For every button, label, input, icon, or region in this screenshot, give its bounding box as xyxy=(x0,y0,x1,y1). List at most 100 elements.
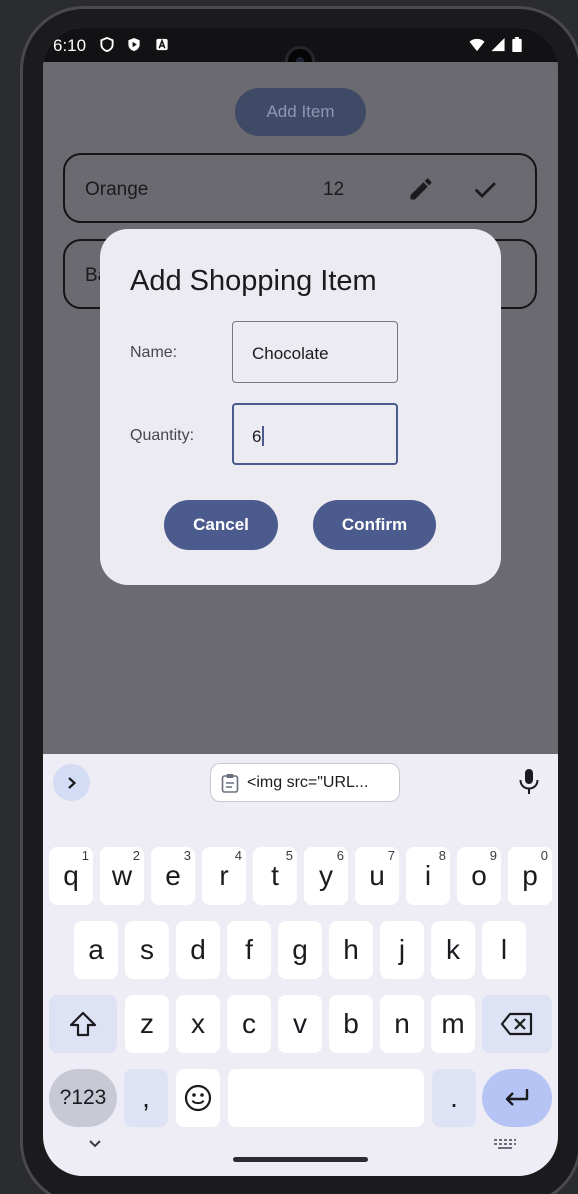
key-letter: s xyxy=(140,934,154,965)
on-screen-keyboard: <img src="URL... ?123 , . q 1 w 2 e 3 r … xyxy=(43,754,558,1176)
key-letter: t xyxy=(271,860,279,891)
key-letter: j xyxy=(398,934,406,965)
key-letter: m xyxy=(441,1008,465,1039)
key-f[interactable]: f xyxy=(227,921,271,979)
edit-pencil-icon[interactable] xyxy=(407,175,435,203)
key-letter: r xyxy=(219,860,229,891)
dialog-title: Add Shopping Item xyxy=(130,265,377,297)
signal-icon xyxy=(491,37,505,52)
key-y[interactable]: y6 xyxy=(304,847,348,905)
key-number-hint: 3 xyxy=(183,848,191,863)
key-letter: w xyxy=(111,860,133,891)
gesture-nav-handle[interactable] xyxy=(233,1157,368,1162)
key-c[interactable]: c xyxy=(227,995,271,1053)
key-p[interactable]: p0 xyxy=(508,847,552,905)
key-letter: h xyxy=(343,934,359,965)
name-field-value: Chocolate xyxy=(252,344,329,363)
period-key[interactable]: . xyxy=(432,1069,476,1127)
key-letter: v xyxy=(293,1008,307,1039)
shift-key[interactable] xyxy=(49,995,117,1053)
key-number-hint: 2 xyxy=(132,848,140,863)
phone-screen: 6:10 Add Item Orange 12 Ba Add Shopping … xyxy=(43,28,558,1176)
key-letter: b xyxy=(343,1008,359,1039)
key-b[interactable]: b xyxy=(329,995,373,1053)
comma-key[interactable]: , xyxy=(124,1069,168,1127)
text-cursor xyxy=(262,426,265,446)
key-letter: d xyxy=(190,934,206,965)
key-number-hint: 9 xyxy=(489,848,497,863)
key-m[interactable]: m xyxy=(431,995,475,1053)
key-letter: u xyxy=(369,860,385,891)
key-s[interactable]: s xyxy=(125,921,169,979)
key-number-hint: 5 xyxy=(285,848,293,863)
quantity-label: Quantity: xyxy=(130,427,195,444)
key-o[interactable]: o9 xyxy=(457,847,501,905)
item-name: Orange xyxy=(85,179,149,200)
enter-arrow-icon xyxy=(505,1089,529,1106)
key-i[interactable]: i8 xyxy=(406,847,450,905)
list-item: Orange 12 xyxy=(63,153,537,223)
key-n[interactable]: n xyxy=(380,995,424,1053)
item-quantity: 12 xyxy=(323,179,345,200)
key-letter: l xyxy=(500,934,508,965)
clipboard-suggestion-chip[interactable]: <img src="URL... xyxy=(210,763,400,802)
expand-toolbar-button[interactable] xyxy=(53,764,90,801)
key-letter: q xyxy=(63,860,79,891)
key-h[interactable]: h xyxy=(329,921,373,979)
battery-icon xyxy=(512,37,522,52)
hide-keyboard-chevron-icon[interactable] xyxy=(87,1137,103,1151)
key-k[interactable]: k xyxy=(431,921,475,979)
key-u[interactable]: u7 xyxy=(355,847,399,905)
shift-arrow-icon xyxy=(69,1011,97,1037)
key-t[interactable]: t5 xyxy=(253,847,297,905)
check-icon[interactable] xyxy=(471,175,499,203)
backspace-icon xyxy=(500,1012,533,1036)
key-letter: z xyxy=(140,1008,154,1039)
emoji-key[interactable] xyxy=(176,1069,220,1127)
key-letter: n xyxy=(394,1008,410,1039)
key-l[interactable]: l xyxy=(482,921,526,979)
enter-key[interactable] xyxy=(482,1069,552,1127)
confirm-button[interactable]: Confirm xyxy=(313,500,436,550)
wifi-icon xyxy=(469,38,485,52)
key-number-hint: 7 xyxy=(387,848,395,863)
microphone-icon[interactable] xyxy=(517,768,541,796)
key-a[interactable]: a xyxy=(74,921,118,979)
play-protect-icon xyxy=(128,37,140,52)
keyboard-switcher-icon[interactable] xyxy=(493,1138,517,1150)
key-letter: i xyxy=(424,860,432,891)
key-letter: y xyxy=(319,860,333,891)
key-letter: x xyxy=(191,1008,205,1039)
key-number-hint: 1 xyxy=(81,848,89,863)
shield-icon xyxy=(100,37,114,52)
key-number-hint: 6 xyxy=(336,848,344,863)
cancel-button[interactable]: Cancel xyxy=(164,500,278,550)
quantity-field[interactable]: 6 xyxy=(232,403,398,465)
space-key[interactable] xyxy=(228,1069,424,1127)
key-letter: o xyxy=(471,860,487,891)
name-field[interactable]: Chocolate xyxy=(232,321,398,383)
key-e[interactable]: e3 xyxy=(151,847,195,905)
backspace-key[interactable] xyxy=(482,995,552,1053)
add-item-button[interactable]: Add Item xyxy=(235,88,366,136)
key-letter: f xyxy=(245,934,253,965)
key-letter: p xyxy=(522,860,538,891)
key-letter: c xyxy=(242,1008,256,1039)
key-w[interactable]: w2 xyxy=(100,847,144,905)
add-item-dialog: Add Shopping Item Name: Chocolate Quanti… xyxy=(100,229,501,585)
symbols-key[interactable]: ?123 xyxy=(49,1069,117,1127)
emoji-smiley-icon xyxy=(184,1084,212,1112)
key-letter: g xyxy=(292,934,308,965)
key-z[interactable]: z xyxy=(125,995,169,1053)
key-number-hint: 8 xyxy=(438,848,446,863)
key-letter: k xyxy=(446,934,460,965)
key-g[interactable]: g xyxy=(278,921,322,979)
key-x[interactable]: x xyxy=(176,995,220,1053)
chevron-right-icon xyxy=(67,776,76,789)
key-r[interactable]: r4 xyxy=(202,847,246,905)
key-d[interactable]: d xyxy=(176,921,220,979)
key-j[interactable]: j xyxy=(380,921,424,979)
key-v[interactable]: v xyxy=(278,995,322,1053)
a-badge-icon xyxy=(156,38,168,51)
key-q[interactable]: q1 xyxy=(49,847,93,905)
